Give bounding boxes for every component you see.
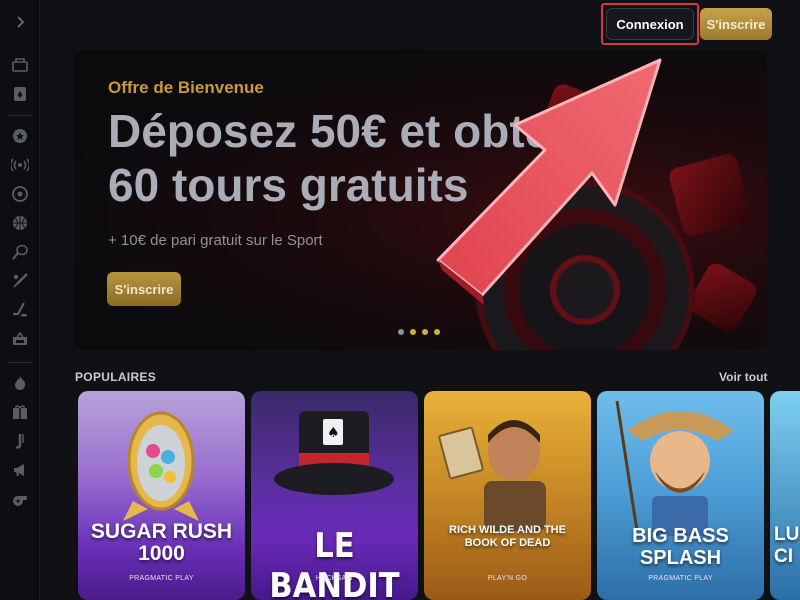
section-title: POPULAIRES bbox=[75, 370, 157, 384]
game-card-book-of-dead[interactable]: RICH WILDE AND THE BOOK OF DEAD PLAY'N G… bbox=[424, 391, 591, 600]
megaphone-icon[interactable] bbox=[10, 460, 30, 480]
sidebar-divider bbox=[8, 115, 32, 116]
signup-button-banner[interactable]: S'inscrire bbox=[107, 272, 181, 306]
game-provider: PRAGMATIC PLAY bbox=[129, 575, 194, 582]
fire-icon[interactable] bbox=[10, 373, 30, 393]
game-provider: PLAY'N GO bbox=[487, 575, 528, 582]
offer-label: Offre de Bienvenue bbox=[108, 78, 264, 97]
chevron-right-icon[interactable] bbox=[10, 12, 30, 32]
game-card-sugar-rush[interactable]: SUGAR RUSH 1000 PRAGMATIC PLAY bbox=[78, 391, 245, 600]
hockey-icon[interactable] bbox=[10, 300, 30, 320]
game-title: LU CI bbox=[774, 524, 800, 567]
game-card-big-bass-splash[interactable]: BIG BASS SPLASH PRAGMATIC PLAY bbox=[597, 391, 764, 600]
game-provider: PRAGMATIC PLAY bbox=[648, 575, 713, 582]
casino-icon[interactable] bbox=[10, 55, 30, 75]
game-provider: HACKSAW bbox=[315, 575, 354, 582]
juventus-icon[interactable] bbox=[10, 431, 30, 451]
game-title: LE BANDIT bbox=[269, 526, 400, 600]
page: Connexion S'inscrire Offre de Bienvenue … bbox=[0, 0, 800, 600]
whistle-icon[interactable] bbox=[10, 489, 30, 509]
signup-button-header[interactable]: S'inscrire bbox=[700, 8, 772, 40]
promo-banner[interactable]: Offre de Bienvenue Déposez 50€ et obtene… bbox=[75, 50, 767, 350]
sidebar-divider bbox=[8, 362, 32, 363]
carousel-dot[interactable] bbox=[434, 329, 440, 335]
baseball-icon[interactable] bbox=[10, 271, 30, 291]
sugar-rush-art bbox=[123, 411, 199, 521]
game-title: SUGAR RUSH 1000 bbox=[90, 520, 233, 565]
basketball-icon[interactable] bbox=[10, 213, 30, 233]
carousel-dot[interactable] bbox=[410, 329, 416, 335]
sidebar bbox=[0, 0, 40, 600]
star-icon[interactable] bbox=[10, 126, 30, 146]
carousel-dots bbox=[398, 329, 440, 335]
soccer-icon[interactable] bbox=[10, 184, 30, 204]
carousel-dot[interactable] bbox=[398, 329, 404, 335]
gift-icon[interactable] bbox=[10, 402, 30, 422]
game-card-le-bandit[interactable]: ♠ LE BANDIT HACKSAW bbox=[251, 391, 418, 600]
svg-text:♠: ♠ bbox=[327, 425, 340, 441]
login-highlight-outline bbox=[601, 3, 699, 45]
tennis-icon[interactable] bbox=[10, 242, 30, 262]
game-card-partial[interactable]: LU CI bbox=[770, 391, 800, 600]
dice-decoration bbox=[684, 259, 761, 336]
cards-icon[interactable] bbox=[10, 84, 30, 104]
live-icon[interactable] bbox=[10, 155, 30, 175]
banner-subline: + 10€ de pari gratuit sur le Sport bbox=[108, 232, 323, 249]
game-title: RICH WILDE AND THE BOOK OF DEAD bbox=[449, 524, 566, 549]
book-of-dead-art bbox=[438, 420, 546, 531]
banner-headline: Déposez 50€ et obtenez 60 tours gratuits bbox=[108, 105, 627, 211]
arena-icon[interactable] bbox=[10, 329, 30, 349]
game-title: BIG BASS SPLASH bbox=[632, 525, 729, 569]
see-all-link[interactable]: Voir tout bbox=[719, 370, 767, 384]
carousel-dot[interactable] bbox=[422, 329, 428, 335]
